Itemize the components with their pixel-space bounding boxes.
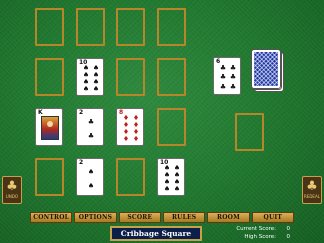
spade-icon: ♣: [306, 179, 318, 194]
menu-control[interactable]: CONTROL: [30, 212, 73, 223]
menu-quit[interactable]: QUIT: [251, 212, 294, 223]
empty-slot-r0c1[interactable]: [76, 8, 105, 46]
card-r1c1[interactable]: 10 ♠ ♠ ♠ ♠ ♠ ♠ ♠ ♠: [76, 58, 104, 96]
empty-slot-r0c3[interactable]: [157, 8, 186, 46]
card-pips: ♦ ♦ ♦ ♦ ♦ ♦ ♦ ♦: [122, 114, 140, 143]
high-score-line: High Score: 0: [218, 234, 318, 241]
card-pips: ♠ ♠ ♠ ♠ ♠ ♠ ♠ ♠: [82, 64, 100, 93]
menu-room[interactable]: ROOM: [207, 212, 250, 223]
card-r2c0[interactable]: K: [35, 108, 63, 146]
card-r3c1[interactable]: 2 ♠ ♠: [76, 158, 104, 196]
undo-label: UNDO: [5, 194, 19, 199]
card-pips: ♣ ♣ ♣ ♣ ♣ ♣: [219, 64, 237, 91]
deck-top-card: [251, 49, 281, 89]
draw-deck[interactable]: [251, 49, 284, 92]
high-score-value: 0: [286, 234, 291, 240]
card-rank: 2: [79, 109, 84, 116]
card-pips: ♠ ♠ ♠ ♠ ♠ ♠ ♠ ♠: [163, 164, 181, 193]
menu-options[interactable]: OPTIONS: [74, 212, 117, 223]
current-score-label: Current Score:: [236, 226, 276, 232]
current-score-line: Current Score: 0: [218, 226, 318, 233]
redeal-button[interactable]: ♣ REDEAL: [302, 176, 322, 204]
empty-slot-r3c0[interactable]: [35, 158, 64, 196]
empty-slot-r0c2[interactable]: [116, 8, 145, 46]
empty-slot-r2c3[interactable]: [157, 108, 186, 146]
current-score-value: 0: [286, 226, 291, 232]
card-grid: 10 ♠ ♠ ♠ ♠ ♠ ♠ ♠ ♠ 6 ♣ ♣ ♣ ♣ ♣ ♣ K 2 ♣ ♣ 8: [0, 0, 324, 212]
next-card[interactable]: 6 ♣ ♣ ♣ ♣ ♣ ♣: [213, 57, 241, 95]
empty-slot-r1c2[interactable]: [116, 58, 145, 96]
game-title: Cribbage Square: [110, 226, 202, 241]
card-r2c1[interactable]: 2 ♣ ♣: [76, 108, 104, 146]
high-score-label: High Score:: [244, 234, 276, 240]
card-r3c3[interactable]: 10 ♠ ♠ ♠ ♠ ♠ ♠ ♠ ♠: [157, 158, 185, 196]
card-rank: 2: [79, 159, 84, 166]
redeal-label: REDEAL: [304, 194, 320, 199]
card-r2c2[interactable]: 8 ♦ ♦ ♦ ♦ ♦ ♦ ♦ ♦: [116, 108, 144, 146]
card-pips: ♣ ♣: [87, 117, 95, 140]
card-pips: ♠ ♠: [87, 167, 95, 190]
menu-bar: CONTROL OPTIONS SCORE RULES ROOM QUIT: [30, 212, 294, 223]
empty-slot-r1c3[interactable]: [157, 58, 186, 96]
empty-slot-r0c0[interactable]: [35, 8, 64, 46]
undo-button[interactable]: ♣ UNDO: [2, 176, 22, 204]
king-face-art: [41, 116, 59, 140]
menu-rules[interactable]: RULES: [162, 212, 206, 223]
empty-slot-r3c2[interactable]: [116, 158, 145, 196]
spade-icon: ♣: [6, 179, 18, 194]
empty-slot-r1c0[interactable]: [35, 58, 64, 96]
menu-score[interactable]: SCORE: [118, 212, 161, 223]
status-bar: Cribbage Square Current Score: 0 High Sc…: [0, 224, 324, 243]
crib-slot[interactable]: [235, 113, 264, 151]
